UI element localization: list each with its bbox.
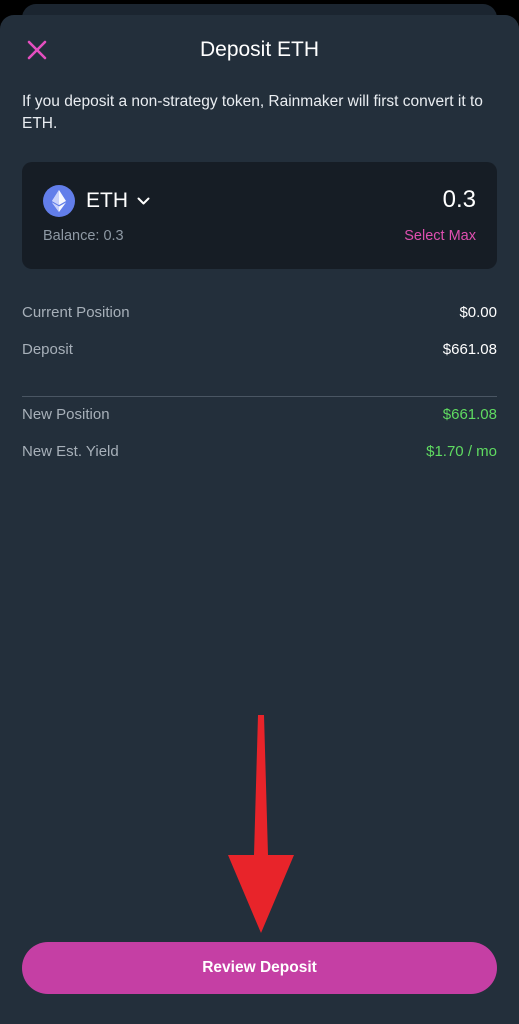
new-position-value: $661.08 xyxy=(442,405,497,423)
review-deposit-button[interactable]: Review Deposit xyxy=(22,942,497,994)
screen: Deposit ETH If you deposit a non-strateg… xyxy=(0,0,519,1024)
deposit-value: $661.08 xyxy=(442,340,497,358)
new-yield-label: New Est. Yield xyxy=(22,442,119,460)
summary-divider xyxy=(22,396,497,397)
balance-text: Balance: 0.3 xyxy=(43,228,124,244)
new-position-row: New Position $661.08 xyxy=(22,403,497,425)
ethereum-icon xyxy=(43,185,75,217)
new-position-label: New Position xyxy=(22,405,110,423)
page-title: Deposit ETH xyxy=(199,38,320,61)
token-amount-card: ETH Balance: 0.3 Select Max xyxy=(22,162,497,269)
token-selector[interactable]: ETH xyxy=(43,184,150,218)
chevron-down-icon xyxy=(137,197,150,206)
annotation-arrow-icon xyxy=(228,715,294,933)
current-position-value: $0.00 xyxy=(459,303,497,321)
amount-input[interactable] xyxy=(276,184,476,216)
deposit-label: Deposit xyxy=(22,340,73,358)
new-yield-value: $1.70 / mo xyxy=(426,442,497,460)
deposit-sheet: Deposit ETH If you deposit a non-strateg… xyxy=(0,15,519,1024)
deposit-row: Deposit $661.08 xyxy=(22,338,497,360)
current-position-row: Current Position $0.00 xyxy=(22,301,497,323)
sheet-header: Deposit ETH xyxy=(0,35,519,67)
select-max-link[interactable]: Select Max xyxy=(404,228,476,244)
current-position-label: Current Position xyxy=(22,303,130,321)
conversion-notice: If you deposit a non-strategy token, Rai… xyxy=(22,93,483,132)
token-symbol: ETH xyxy=(86,189,128,212)
new-yield-row: New Est. Yield $1.70 / mo xyxy=(22,440,497,462)
